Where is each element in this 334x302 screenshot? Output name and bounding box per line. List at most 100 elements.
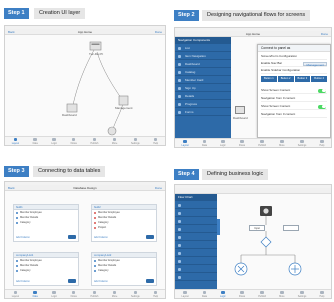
tab-data[interactable]: Data <box>33 137 38 145</box>
sidebar-item[interactable]: Progress <box>175 100 231 108</box>
decision-node-icon[interactable] <box>260 236 272 248</box>
add-column-link[interactable]: Add Column <box>16 280 30 283</box>
tab-more[interactable]: More <box>112 290 117 298</box>
data-table-card[interactable]: field1 Member Employee Member Details Ca… <box>13 204 79 242</box>
card-field: Category <box>14 220 78 225</box>
tab-data[interactable]: Data <box>33 290 38 298</box>
toggle-switch[interactable] <box>318 104 326 109</box>
tab-help[interactable]: Help <box>319 290 324 298</box>
tab-logic[interactable]: Logic <box>51 137 57 145</box>
dialog-row[interactable]: Enable Sidebar Configuration <box>261 67 327 74</box>
step3-label: Step 3 <box>4 166 29 177</box>
tab-logic[interactable]: Logic <box>220 139 226 147</box>
step2-label: Step 2 <box>174 10 199 21</box>
screen-node-icon[interactable] <box>235 106 245 114</box>
sidebar-item[interactable]: Dashboard <box>175 60 231 68</box>
sidebar-item[interactable]: Member Card <box>175 76 231 84</box>
panel-step2: App Home Done Navigation Components List… <box>174 27 332 148</box>
screen-node-icon[interactable] <box>107 126 117 136</box>
tab-flows[interactable]: Flows <box>239 139 245 147</box>
sidebar-item[interactable]: Catalog <box>175 68 231 76</box>
tab-help[interactable]: Help <box>319 139 324 147</box>
dialog-row[interactable]: Enable Nav Bar Management <box>261 60 327 67</box>
data-table-card[interactable]: companyList1 Member Employee Member Deta… <box>13 252 79 286</box>
done-button[interactable]: Done <box>321 31 328 37</box>
tab-more[interactable]: More <box>279 139 285 147</box>
add-column-link[interactable]: Add Column <box>16 236 30 239</box>
connect-dialog: Connect to panel as Screen/Form Configur… <box>257 44 331 138</box>
component-sidebar: Navigation Components List Item Navigati… <box>175 37 231 138</box>
tab-bar: Layout Data Logic Flows Publish More Set… <box>5 289 165 298</box>
data-table-card[interactable]: field2 Member Employee Member Details Ca… <box>91 204 157 242</box>
start-node-dot <box>263 208 269 214</box>
screen-node-icon[interactable] <box>66 103 78 113</box>
step4-label: Step 4 <box>174 169 199 180</box>
toggle-row: Navigation from 0 content <box>261 95 327 102</box>
tab-data[interactable]: Data <box>202 290 207 298</box>
tab-more[interactable]: More <box>112 137 117 145</box>
tab-publish[interactable]: Publish <box>90 290 98 298</box>
screen-node-icon[interactable] <box>89 41 102 51</box>
process-node[interactable] <box>283 225 299 231</box>
toggle-switch[interactable] <box>318 88 326 93</box>
panel-step4: Flow Chart Input Layout Data Logic Flows… <box>174 184 332 299</box>
tab-flows[interactable]: Flows <box>71 137 77 145</box>
toggle-row: Navigation from 0 content <box>261 111 327 118</box>
screen-node-icon[interactable] <box>118 95 129 106</box>
tab-bar: Layout Data Logic Flows Publish More Set… <box>5 136 165 145</box>
business-logic-flowchart <box>234 206 302 276</box>
tab-layout[interactable]: Layout <box>12 290 19 298</box>
button-segment: Button 1 Button 2 Button 3 Button 4 <box>261 76 327 82</box>
screen-node-header <box>91 43 100 45</box>
process-node[interactable]: Input <box>249 225 265 231</box>
tab-help[interactable]: Help <box>153 290 158 298</box>
tab-logic[interactable]: Logic <box>51 290 57 298</box>
tab-layout[interactable]: Layout <box>182 290 189 298</box>
done-button[interactable]: Done <box>155 185 162 191</box>
management-select[interactable]: Management <box>303 61 327 67</box>
dialog-row[interactable]: Screen/Form Configuration <box>261 53 327 60</box>
tab-publish[interactable]: Publish <box>90 137 98 145</box>
flow-link <box>96 51 122 99</box>
step3-title: Connecting to data tables <box>33 166 106 177</box>
segment-button[interactable]: Button 1 <box>261 76 277 82</box>
tab-logic[interactable]: Logic <box>220 290 226 298</box>
node-label: Dashboard <box>233 116 248 120</box>
tab-publish[interactable]: Publish <box>258 290 266 298</box>
tab-bar: Layout Data Logic Flows Publish More Set… <box>175 289 331 298</box>
card-action-button[interactable] <box>68 279 76 283</box>
segment-button[interactable]: Button 2 <box>277 76 294 82</box>
add-column-link[interactable]: Add Column <box>94 280 108 283</box>
card-action-button[interactable] <box>68 235 76 239</box>
tab-more[interactable]: More <box>279 290 285 298</box>
tab-flows[interactable]: Flows <box>71 290 77 298</box>
card-field: Project <box>92 225 156 230</box>
tab-layout[interactable]: Layout <box>12 137 19 145</box>
tab-help[interactable]: Help <box>153 137 158 145</box>
tab-settings[interactable]: Settings <box>298 139 306 147</box>
card-action-button[interactable] <box>146 279 154 283</box>
sidebar-heading: Navigation Components <box>175 37 231 44</box>
segment-button[interactable]: Button 3 <box>294 76 311 82</box>
sidebar-item[interactable]: Sign Up <box>175 84 231 92</box>
toggle-row: Show Screen Content <box>261 87 327 94</box>
tab-data[interactable]: Data <box>202 139 207 147</box>
tab-settings[interactable]: Settings <box>131 290 140 298</box>
tab-flows[interactable]: Flows <box>239 290 245 298</box>
tab-settings[interactable]: Settings <box>131 137 140 145</box>
segment-button[interactable]: Button 4 <box>311 76 327 82</box>
add-column-link[interactable]: Add Column <box>94 236 108 239</box>
card-field: Category <box>14 268 78 273</box>
card-action-button[interactable] <box>146 235 154 239</box>
tab-bar: Layout Data Logic Flows Publish More Set… <box>175 138 331 147</box>
tab-settings[interactable]: Settings <box>298 290 306 298</box>
sidebar-item[interactable]: Item Navigation <box>175 52 231 60</box>
panel-step3: Back Database Design Done field1 Member … <box>4 181 166 299</box>
tab-layout[interactable]: Layout <box>182 139 189 147</box>
sidebar-item[interactable]: List <box>175 44 231 52</box>
sidebar-item[interactable]: Forms <box>175 108 231 116</box>
sidebar-item[interactable]: Details <box>175 92 231 100</box>
data-table-card[interactable]: companyList2 Member Employee Member Deta… <box>91 252 157 286</box>
node-label-left: Dashboard <box>62 113 77 117</box>
tab-publish[interactable]: Publish <box>258 139 266 147</box>
